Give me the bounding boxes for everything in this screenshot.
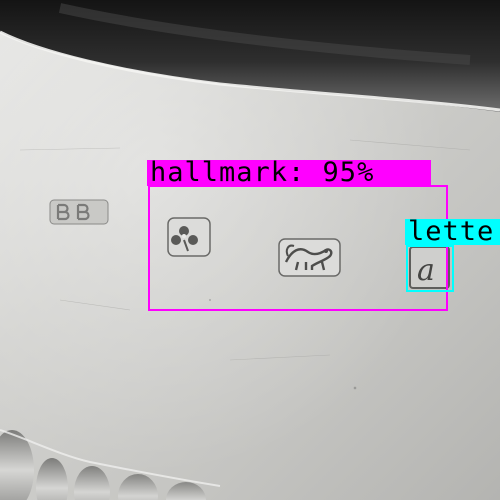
letter-detection-label: lette bbox=[405, 219, 500, 245]
makers-mark bbox=[49, 199, 109, 225]
hallmark-detection-label: hallmark: 95% bbox=[147, 160, 431, 186]
hallmark-bounding-box bbox=[148, 185, 448, 311]
letter-bounding-box bbox=[406, 245, 454, 292]
